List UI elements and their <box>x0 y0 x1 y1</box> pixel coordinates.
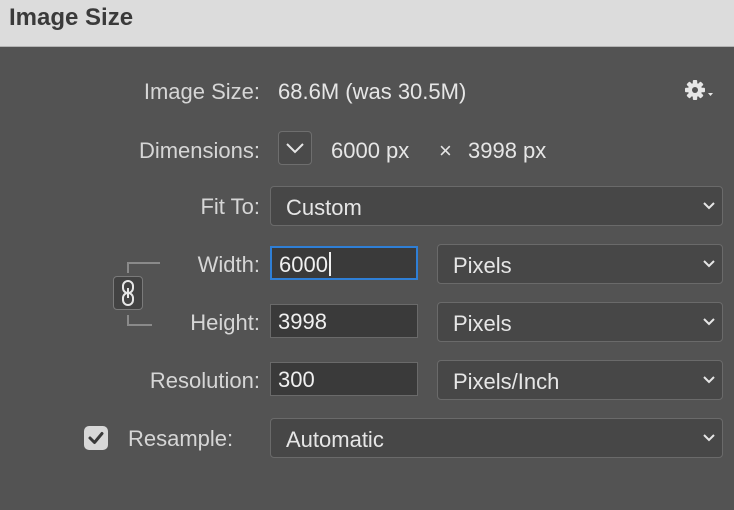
image-size-value: 68.6M (was 30.5M) <box>278 79 467 104</box>
text-caret <box>328 252 331 276</box>
checkmark-icon <box>88 432 104 444</box>
fit-to-value: Custom <box>286 195 362 220</box>
chain-link-icon <box>122 280 134 306</box>
height-value: 3998 <box>278 309 327 334</box>
gear-icon[interactable] <box>684 78 716 104</box>
width-value: 6000 <box>279 252 328 277</box>
height-unit-value: Pixels <box>453 311 512 336</box>
chevron-down-icon <box>703 434 715 442</box>
dialog-title: Image Size <box>9 4 134 31</box>
width-label: Width: <box>197 252 260 277</box>
dialog-titlebar: Image Size <box>0 0 734 47</box>
width-unit-select[interactable]: Pixels <box>437 244 723 284</box>
dimensions-height-value: 3998 px <box>468 138 547 163</box>
dimensions-width-value: 6000 px <box>331 138 410 163</box>
resample-checkbox[interactable] <box>84 426 108 450</box>
width-unit-value: Pixels <box>453 253 512 278</box>
height-label: Height: <box>190 310 260 335</box>
resolution-label: Resolution: <box>149 368 260 393</box>
dimensions-times-sign: × <box>439 138 452 163</box>
resolution-unit-value: Pixels/Inch <box>453 369 560 394</box>
chevron-down-icon <box>703 202 715 210</box>
resample-value: Automatic <box>286 427 384 452</box>
width-input[interactable]: 6000 <box>270 246 418 280</box>
chevron-down-icon <box>703 260 715 268</box>
chevron-down-icon <box>286 143 304 154</box>
dimensions-label: Dimensions: <box>138 138 260 163</box>
dimensions-units-button[interactable] <box>278 131 312 165</box>
fit-to-select[interactable]: Custom <box>270 186 723 226</box>
resolution-unit-select[interactable]: Pixels/Inch <box>437 360 723 400</box>
constrain-proportions-toggle[interactable] <box>113 276 143 310</box>
height-input[interactable]: 3998 <box>270 304 418 338</box>
chevron-down-icon <box>703 376 715 384</box>
resolution-value: 300 <box>278 367 315 392</box>
resample-label: Resample: <box>128 426 234 451</box>
chevron-down-icon <box>703 318 715 326</box>
image-size-label: Image Size: <box>143 79 260 104</box>
height-unit-select[interactable]: Pixels <box>437 302 723 342</box>
resolution-input[interactable]: 300 <box>270 362 418 396</box>
resample-select[interactable]: Automatic <box>270 418 723 458</box>
fit-to-label: Fit To: <box>200 194 260 219</box>
